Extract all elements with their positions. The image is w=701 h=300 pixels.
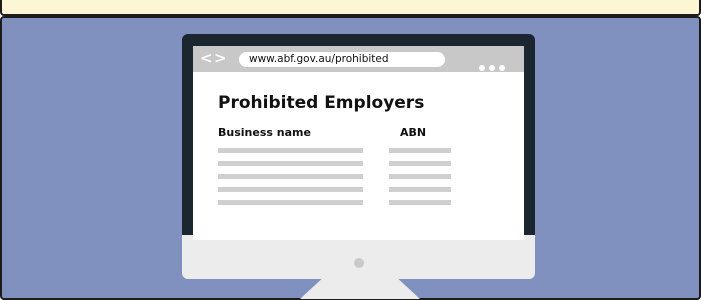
column-header-business-name: Business name [218, 126, 311, 139]
page-title: Prohibited Employers [218, 93, 425, 113]
placeholder-line [218, 148, 363, 153]
address-bar: www.abf.gov.au/prohibited [239, 52, 445, 67]
placeholder-line [218, 174, 363, 179]
browser-toolbar: < > www.abf.gov.au/prohibited [193, 46, 524, 72]
url-text: www.abf.gov.au/prohibited [249, 53, 389, 65]
forward-arrow-icon: > [214, 49, 227, 67]
placeholder-line [389, 148, 451, 153]
placeholder-line [389, 174, 451, 179]
more-dots-icon [479, 56, 509, 75]
monitor-chin [182, 235, 535, 279]
placeholder-line [389, 200, 451, 205]
placeholder-line [218, 161, 363, 166]
monitor-screen: < > www.abf.gov.au/prohibited Prohibited… [193, 46, 524, 240]
placeholder-line [218, 187, 363, 192]
placeholder-line [389, 187, 451, 192]
power-button [354, 258, 364, 268]
back-arrow-icon: < [200, 49, 213, 67]
placeholder-line [218, 200, 363, 205]
column-header-abn: ABN [400, 126, 427, 139]
top-band [0, 0, 701, 16]
placeholder-line [389, 161, 451, 166]
